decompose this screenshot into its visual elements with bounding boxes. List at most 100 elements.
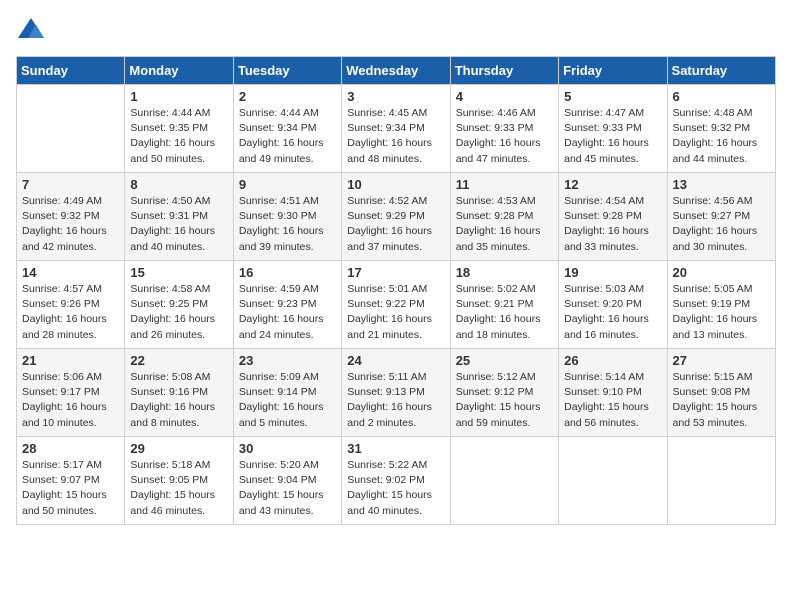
daylight-text: Daylight: 16 hours and 13 minutes. bbox=[673, 313, 758, 340]
sunset-text: Sunset: 9:10 PM bbox=[564, 386, 642, 398]
calendar-cell: 29 Sunrise: 5:18 AM Sunset: 9:05 PM Dayl… bbox=[125, 437, 233, 525]
sunset-text: Sunset: 9:17 PM bbox=[22, 386, 100, 398]
weekday-header: Friday bbox=[559, 57, 667, 85]
sunrise-text: Sunrise: 5:15 AM bbox=[673, 371, 753, 383]
sunset-text: Sunset: 9:16 PM bbox=[130, 386, 208, 398]
day-number: 29 bbox=[130, 441, 227, 456]
sunset-text: Sunset: 9:12 PM bbox=[456, 386, 534, 398]
sunset-text: Sunset: 9:02 PM bbox=[347, 474, 425, 486]
day-number: 20 bbox=[673, 265, 770, 280]
day-info: Sunrise: 4:58 AM Sunset: 9:25 PM Dayligh… bbox=[130, 282, 227, 343]
sunrise-text: Sunrise: 5:12 AM bbox=[456, 371, 536, 383]
day-number: 11 bbox=[456, 177, 553, 192]
day-info: Sunrise: 5:06 AM Sunset: 9:17 PM Dayligh… bbox=[22, 370, 119, 431]
day-number: 21 bbox=[22, 353, 119, 368]
sunrise-text: Sunrise: 5:09 AM bbox=[239, 371, 319, 383]
calendar-cell: 23 Sunrise: 5:09 AM Sunset: 9:14 PM Dayl… bbox=[233, 349, 341, 437]
header-row: SundayMondayTuesdayWednesdayThursdayFrid… bbox=[17, 57, 776, 85]
day-info: Sunrise: 4:44 AM Sunset: 9:34 PM Dayligh… bbox=[239, 106, 336, 167]
sunset-text: Sunset: 9:08 PM bbox=[673, 386, 751, 398]
calendar-cell: 6 Sunrise: 4:48 AM Sunset: 9:32 PM Dayli… bbox=[667, 85, 775, 173]
weekday-header: Sunday bbox=[17, 57, 125, 85]
calendar-body: 1 Sunrise: 4:44 AM Sunset: 9:35 PM Dayli… bbox=[17, 85, 776, 525]
daylight-text: Daylight: 16 hours and 26 minutes. bbox=[130, 313, 215, 340]
daylight-text: Daylight: 16 hours and 10 minutes. bbox=[22, 401, 107, 428]
day-info: Sunrise: 5:08 AM Sunset: 9:16 PM Dayligh… bbox=[130, 370, 227, 431]
sunset-text: Sunset: 9:26 PM bbox=[22, 298, 100, 310]
day-info: Sunrise: 5:03 AM Sunset: 9:20 PM Dayligh… bbox=[564, 282, 661, 343]
sunset-text: Sunset: 9:33 PM bbox=[564, 122, 642, 134]
sunrise-text: Sunrise: 5:08 AM bbox=[130, 371, 210, 383]
sunrise-text: Sunrise: 4:49 AM bbox=[22, 195, 102, 207]
daylight-text: Daylight: 16 hours and 50 minutes. bbox=[130, 137, 215, 164]
daylight-text: Daylight: 16 hours and 18 minutes. bbox=[456, 313, 541, 340]
day-info: Sunrise: 5:15 AM Sunset: 9:08 PM Dayligh… bbox=[673, 370, 770, 431]
day-info: Sunrise: 5:11 AM Sunset: 9:13 PM Dayligh… bbox=[347, 370, 444, 431]
daylight-text: Daylight: 16 hours and 8 minutes. bbox=[130, 401, 215, 428]
sunset-text: Sunset: 9:22 PM bbox=[347, 298, 425, 310]
calendar-week-row: 21 Sunrise: 5:06 AM Sunset: 9:17 PM Dayl… bbox=[17, 349, 776, 437]
daylight-text: Daylight: 16 hours and 21 minutes. bbox=[347, 313, 432, 340]
daylight-text: Daylight: 15 hours and 46 minutes. bbox=[130, 489, 215, 516]
day-number: 10 bbox=[347, 177, 444, 192]
calendar-cell: 20 Sunrise: 5:05 AM Sunset: 9:19 PM Dayl… bbox=[667, 261, 775, 349]
logo bbox=[16, 16, 50, 46]
sunset-text: Sunset: 9:33 PM bbox=[456, 122, 534, 134]
calendar-cell: 18 Sunrise: 5:02 AM Sunset: 9:21 PM Dayl… bbox=[450, 261, 558, 349]
day-info: Sunrise: 4:59 AM Sunset: 9:23 PM Dayligh… bbox=[239, 282, 336, 343]
calendar-cell: 9 Sunrise: 4:51 AM Sunset: 9:30 PM Dayli… bbox=[233, 173, 341, 261]
calendar-cell: 25 Sunrise: 5:12 AM Sunset: 9:12 PM Dayl… bbox=[450, 349, 558, 437]
day-info: Sunrise: 4:52 AM Sunset: 9:29 PM Dayligh… bbox=[347, 194, 444, 255]
weekday-header: Thursday bbox=[450, 57, 558, 85]
day-info: Sunrise: 5:14 AM Sunset: 9:10 PM Dayligh… bbox=[564, 370, 661, 431]
sunset-text: Sunset: 9:14 PM bbox=[239, 386, 317, 398]
weekday-header: Monday bbox=[125, 57, 233, 85]
day-number: 31 bbox=[347, 441, 444, 456]
sunrise-text: Sunrise: 4:53 AM bbox=[456, 195, 536, 207]
day-number: 2 bbox=[239, 89, 336, 104]
sunrise-text: Sunrise: 5:01 AM bbox=[347, 283, 427, 295]
sunset-text: Sunset: 9:25 PM bbox=[130, 298, 208, 310]
weekday-header: Tuesday bbox=[233, 57, 341, 85]
daylight-text: Daylight: 15 hours and 50 minutes. bbox=[22, 489, 107, 516]
sunset-text: Sunset: 9:32 PM bbox=[673, 122, 751, 134]
day-number: 18 bbox=[456, 265, 553, 280]
calendar-table: SundayMondayTuesdayWednesdayThursdayFrid… bbox=[16, 56, 776, 525]
calendar-cell: 14 Sunrise: 4:57 AM Sunset: 9:26 PM Dayl… bbox=[17, 261, 125, 349]
day-number: 7 bbox=[22, 177, 119, 192]
calendar-cell: 21 Sunrise: 5:06 AM Sunset: 9:17 PM Dayl… bbox=[17, 349, 125, 437]
sunrise-text: Sunrise: 4:59 AM bbox=[239, 283, 319, 295]
calendar-cell bbox=[559, 437, 667, 525]
calendar-week-row: 1 Sunrise: 4:44 AM Sunset: 9:35 PM Dayli… bbox=[17, 85, 776, 173]
calendar-cell: 27 Sunrise: 5:15 AM Sunset: 9:08 PM Dayl… bbox=[667, 349, 775, 437]
day-info: Sunrise: 4:54 AM Sunset: 9:28 PM Dayligh… bbox=[564, 194, 661, 255]
calendar-cell: 26 Sunrise: 5:14 AM Sunset: 9:10 PM Dayl… bbox=[559, 349, 667, 437]
day-info: Sunrise: 4:50 AM Sunset: 9:31 PM Dayligh… bbox=[130, 194, 227, 255]
sunrise-text: Sunrise: 5:14 AM bbox=[564, 371, 644, 383]
sunset-text: Sunset: 9:34 PM bbox=[347, 122, 425, 134]
daylight-text: Daylight: 16 hours and 40 minutes. bbox=[130, 225, 215, 252]
sunrise-text: Sunrise: 4:51 AM bbox=[239, 195, 319, 207]
weekday-header: Wednesday bbox=[342, 57, 450, 85]
day-info: Sunrise: 4:57 AM Sunset: 9:26 PM Dayligh… bbox=[22, 282, 119, 343]
day-info: Sunrise: 4:44 AM Sunset: 9:35 PM Dayligh… bbox=[130, 106, 227, 167]
day-info: Sunrise: 4:51 AM Sunset: 9:30 PM Dayligh… bbox=[239, 194, 336, 255]
day-number: 14 bbox=[22, 265, 119, 280]
sunset-text: Sunset: 9:27 PM bbox=[673, 210, 751, 222]
calendar-cell: 10 Sunrise: 4:52 AM Sunset: 9:29 PM Dayl… bbox=[342, 173, 450, 261]
day-number: 17 bbox=[347, 265, 444, 280]
day-number: 28 bbox=[22, 441, 119, 456]
day-info: Sunrise: 4:47 AM Sunset: 9:33 PM Dayligh… bbox=[564, 106, 661, 167]
calendar-cell: 24 Sunrise: 5:11 AM Sunset: 9:13 PM Dayl… bbox=[342, 349, 450, 437]
sunset-text: Sunset: 9:30 PM bbox=[239, 210, 317, 222]
day-info: Sunrise: 5:05 AM Sunset: 9:19 PM Dayligh… bbox=[673, 282, 770, 343]
calendar-cell: 15 Sunrise: 4:58 AM Sunset: 9:25 PM Dayl… bbox=[125, 261, 233, 349]
day-info: Sunrise: 5:12 AM Sunset: 9:12 PM Dayligh… bbox=[456, 370, 553, 431]
sunrise-text: Sunrise: 5:06 AM bbox=[22, 371, 102, 383]
daylight-text: Daylight: 16 hours and 30 minutes. bbox=[673, 225, 758, 252]
calendar-week-row: 7 Sunrise: 4:49 AM Sunset: 9:32 PM Dayli… bbox=[17, 173, 776, 261]
daylight-text: Daylight: 16 hours and 28 minutes. bbox=[22, 313, 107, 340]
sunrise-text: Sunrise: 4:47 AM bbox=[564, 107, 644, 119]
sunrise-text: Sunrise: 4:57 AM bbox=[22, 283, 102, 295]
sunset-text: Sunset: 9:31 PM bbox=[130, 210, 208, 222]
